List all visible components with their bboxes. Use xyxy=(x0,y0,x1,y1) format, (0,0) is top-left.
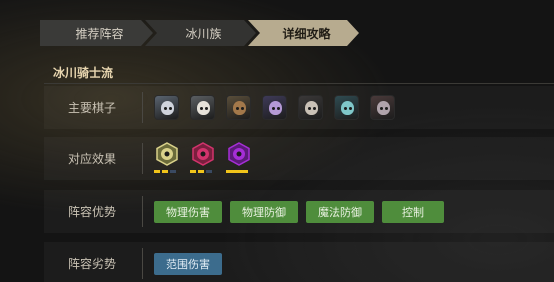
hero-eye xyxy=(241,107,244,110)
row-strengths: 阵容优势 物理伤害 物理防御 魔法防御 控制 xyxy=(44,190,554,233)
strength-tags: 物理伤害 物理防御 魔法防御 控制 xyxy=(154,190,452,233)
hero-eye xyxy=(385,107,388,110)
hero-eye xyxy=(200,107,203,110)
row-weaknesses: 阵容劣势 范围伤害 xyxy=(44,242,554,282)
hero-face xyxy=(305,101,318,115)
row-synergy: 对应效果 xyxy=(44,137,554,180)
row-label: 对应效果 xyxy=(67,152,116,166)
synergy-progress-pip xyxy=(190,169,196,173)
tab-label: 详细攻略 xyxy=(282,26,331,41)
tree-ent-hero-icon[interactable] xyxy=(226,95,251,120)
synergy-progress-pip xyxy=(170,169,176,173)
hero-face xyxy=(269,101,282,115)
dark-knight-hero-icon[interactable] xyxy=(298,95,323,120)
synergy-progress-pip xyxy=(206,169,212,173)
teal-masked-hero-icon[interactable] xyxy=(334,95,359,120)
hero-eye xyxy=(277,107,280,110)
hero-eye xyxy=(308,107,311,110)
synergy-progress xyxy=(226,169,250,173)
weakness-tag: 范围伤害 xyxy=(154,252,222,275)
row-separator xyxy=(142,196,143,227)
hero-face xyxy=(377,101,390,115)
synergy-progress-bar xyxy=(226,169,248,173)
hero-face xyxy=(341,101,354,115)
strength-tag: 控制 xyxy=(382,200,444,223)
strength-tag: 物理防御 xyxy=(230,200,298,223)
hero-eye xyxy=(164,107,167,110)
piece-list xyxy=(154,86,406,129)
synergy-progress xyxy=(154,169,178,173)
synergy-progress-pip xyxy=(198,169,204,173)
pale-ghost-hero-icon[interactable] xyxy=(154,95,179,120)
demon-badge-icon xyxy=(228,141,250,166)
row-separator xyxy=(142,143,143,174)
row-separator xyxy=(142,92,143,123)
tab-bar: 推荐阵容 冰川族 详细攻略 xyxy=(40,20,351,46)
knight-badge-icon xyxy=(192,141,214,166)
tab-glacier-clan[interactable]: 冰川族 xyxy=(145,20,256,46)
white-hooded-hero-icon[interactable] xyxy=(190,95,215,120)
tab-label: 冰川族 xyxy=(185,26,222,41)
section-title: 冰川骑士流 xyxy=(53,66,114,80)
hero-eye xyxy=(236,107,239,110)
section-divider xyxy=(44,83,554,84)
tab-recommended-lineup[interactable]: 推荐阵容 xyxy=(40,20,153,46)
hero-face xyxy=(233,101,246,115)
synergy-progress-pip xyxy=(162,169,168,173)
hero-eye xyxy=(272,107,275,110)
weakness-tags: 范围伤害 xyxy=(154,242,230,282)
strength-tag: 物理伤害 xyxy=(154,200,222,223)
tab-detailed-guide[interactable]: 详细攻略 xyxy=(248,20,359,46)
row-main-pieces: 主要棋子 xyxy=(44,86,554,129)
hero-eye xyxy=(344,107,347,110)
hero-eye xyxy=(349,107,352,110)
hero-face xyxy=(197,101,210,115)
hero-eye xyxy=(169,107,172,110)
hero-eye xyxy=(313,107,316,110)
synergy-item[interactable] xyxy=(226,140,252,178)
strength-tag: 魔法防御 xyxy=(306,200,374,223)
tab-label: 推荐阵容 xyxy=(75,26,124,41)
row-label: 阵容劣势 xyxy=(67,257,116,271)
row-label: 主要棋子 xyxy=(67,101,116,115)
synergy-list xyxy=(154,137,262,180)
synergy-item[interactable] xyxy=(154,140,180,178)
hero-face xyxy=(161,101,174,115)
purple-horned-hero-icon[interactable] xyxy=(262,95,287,120)
hero-eye xyxy=(205,107,208,110)
synergy-item[interactable] xyxy=(190,140,216,178)
hero-eye xyxy=(380,107,383,110)
glacier-badge-icon xyxy=(156,141,178,166)
synergy-progress xyxy=(190,169,214,173)
row-separator xyxy=(142,248,143,279)
row-label: 阵容优势 xyxy=(67,205,116,219)
red-beast-hero-icon[interactable] xyxy=(370,95,395,120)
synergy-progress-pip xyxy=(154,169,160,173)
